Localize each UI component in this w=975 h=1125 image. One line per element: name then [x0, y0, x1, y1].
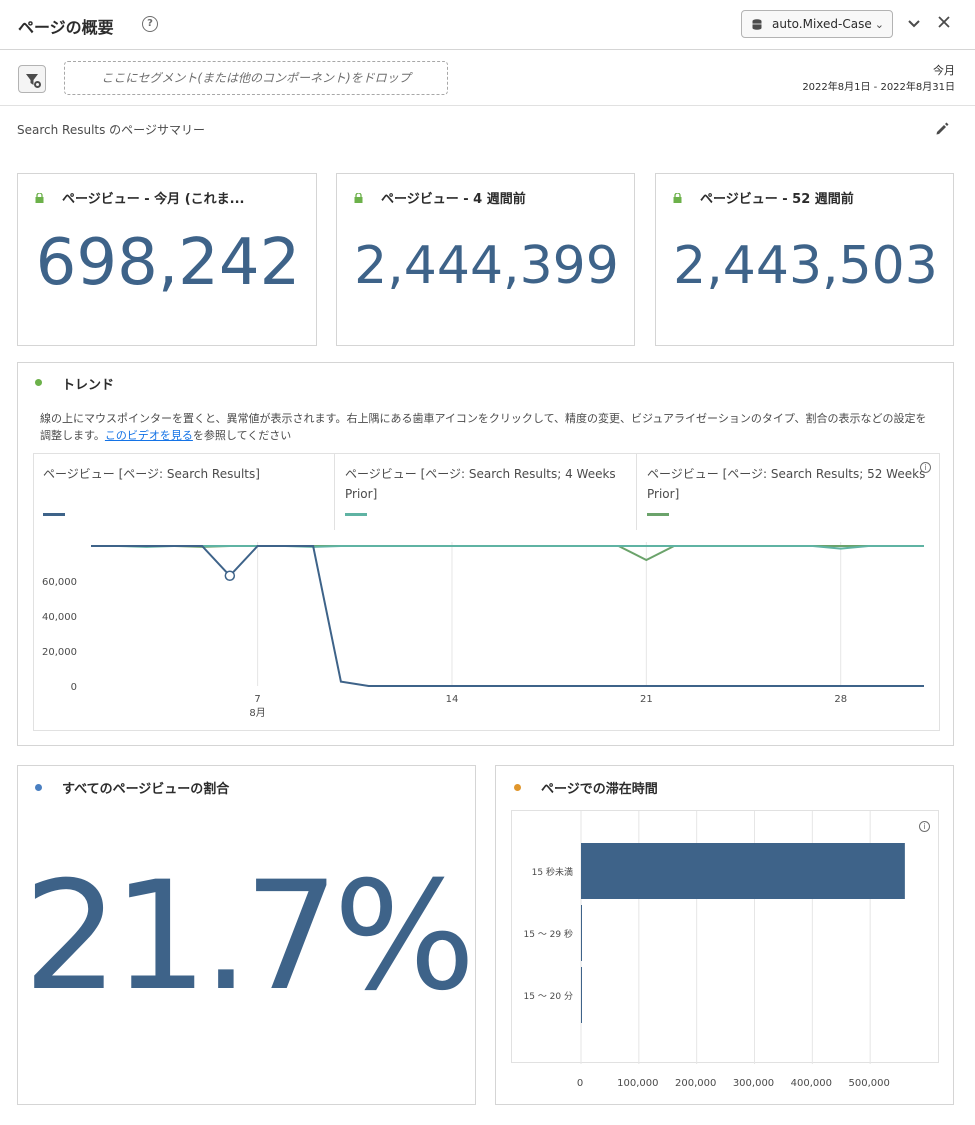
legend-label: ページビュー [ページ: Search Results; 4 Weeks Pri…	[345, 467, 616, 501]
trend-title: トレンド	[62, 378, 115, 393]
time-on-page-title: ページでの滞在時間	[541, 782, 658, 797]
date-range[interactable]: 2022年8月1日 - 2022年8月31日	[802, 78, 955, 93]
summary-subtitle: Search Results のページサマリー	[17, 123, 205, 137]
filter-icon	[26, 74, 41, 88]
page-title: ページの概要	[18, 18, 114, 37]
kpi-title: ページビュー - 今月 (これま...	[62, 192, 245, 207]
legend-item[interactable]: ページビュー [ページ: Search Results; 4 Weeks Pri…	[335, 453, 637, 530]
status-dot	[514, 784, 521, 791]
legend-swatch	[345, 513, 367, 516]
category-label: 15 ～ 20 分	[524, 991, 574, 1002]
x-tick-label: 500,000	[848, 1078, 889, 1089]
panel-header: ページの概要 ? auto.Mixed-Case ⌄	[0, 0, 975, 50]
kpi-value: 698,242	[35, 226, 301, 300]
legend-swatch	[43, 513, 65, 516]
help-icon[interactable]: ?	[142, 16, 158, 32]
filter-button[interactable]	[18, 65, 46, 93]
legend-swatch	[647, 513, 669, 516]
bar	[581, 967, 582, 1023]
x-tick-label: 100,000	[617, 1078, 658, 1089]
kpi-title: ページビュー - 52 週間前	[700, 192, 854, 207]
x-tick-label: 400,000	[791, 1078, 832, 1089]
x-tick-label: 7	[254, 694, 260, 705]
date-preset-label[interactable]: 今月	[933, 62, 955, 78]
segment-dropdown[interactable]: auto.Mixed-Case ⌄	[741, 10, 893, 38]
legend-label: ページビュー [ページ: Search Results]	[43, 467, 260, 481]
share-value: 21.7%	[23, 850, 476, 1024]
category-label: 15 ～ 29 秒	[524, 928, 574, 940]
x-tick-label: 0	[577, 1078, 583, 1089]
y-tick-label: 0	[71, 682, 77, 693]
y-tick-label: 60,000	[42, 577, 77, 588]
kpi-panel: ページビュー - 4 週間前 2,444,399	[336, 173, 635, 346]
x-tick-label: 300,000	[733, 1078, 774, 1089]
time-chart[interactable]: 15 秒未満 15 ～ 29 秒 15 ～ 20 分 i	[511, 810, 939, 1064]
trend-description-suffix: を参照してください	[192, 429, 292, 442]
segment-dropdown-label: auto.Mixed-Case	[772, 17, 872, 31]
trend-description: 線の上にマウスポインターを置くと、異常値が表示されます。右上隅にある歯車アイコン…	[40, 410, 935, 444]
x-month-label: 8月	[249, 707, 265, 719]
bar	[581, 843, 905, 899]
legend-item[interactable]: ページビュー [ページ: Search Results]	[33, 453, 335, 530]
segment-filter-bar: ここにセグメント(または他のコンポーネント)をドロップ 今月 2022年8月1日…	[0, 51, 975, 106]
x-tick-label: 14	[446, 694, 459, 705]
y-tick-label: 20,000	[42, 647, 77, 658]
info-icon[interactable]: i	[919, 821, 930, 832]
series-line	[91, 545, 924, 687]
time-chart-x-axis: 0 100,000 200,000 300,000 400,000 500,000	[577, 1078, 890, 1089]
kpi-panel: ページビュー - 52 週間前 2,443,503	[655, 173, 954, 346]
legend-label: ページビュー [ページ: Search Results; 52 Weeks Pr…	[647, 467, 926, 501]
x-tick-label: 200,000	[675, 1078, 716, 1089]
x-tick-label: 21	[640, 694, 653, 705]
legend-item[interactable]: ページビュー [ページ: Search Results; 52 Weeks Pr…	[637, 453, 940, 530]
kpi-title: ページビュー - 4 週間前	[381, 192, 526, 207]
kpi-value: 2,444,399	[354, 236, 619, 296]
time-chart-svg: 15 秒未満 15 ～ 29 秒 15 ～ 20 分	[524, 811, 905, 1064]
x-tick-label: 28	[834, 694, 847, 705]
status-dot	[35, 379, 42, 386]
close-icon[interactable]	[935, 13, 953, 31]
share-title: すべてのページビューの割合	[62, 782, 230, 797]
bar	[581, 905, 582, 961]
kpi-value: 2,443,503	[673, 236, 938, 296]
anomaly-marker	[224, 570, 236, 581]
pencil-icon[interactable]	[934, 121, 950, 137]
database-icon	[752, 19, 762, 30]
y-tick-label: 40,000	[42, 612, 77, 623]
chevron-down-icon: ⌄	[874, 18, 884, 31]
status-dot	[35, 784, 42, 791]
kpi-panel: ページビュー - 今月 (これま... 698,242	[17, 173, 317, 346]
info-icon[interactable]: i	[920, 462, 931, 473]
lock-icon	[35, 193, 44, 203]
lock-icon	[354, 193, 363, 203]
collapse-chevron-icon[interactable]	[905, 14, 923, 32]
segment-drop-zone[interactable]: ここにセグメント(または他のコンポーネント)をドロップ	[64, 61, 448, 95]
category-label: 15 秒未満	[532, 866, 573, 878]
lock-icon	[673, 193, 682, 203]
video-link[interactable]: このビデオを見る	[105, 429, 193, 442]
series-line	[91, 545, 924, 562]
